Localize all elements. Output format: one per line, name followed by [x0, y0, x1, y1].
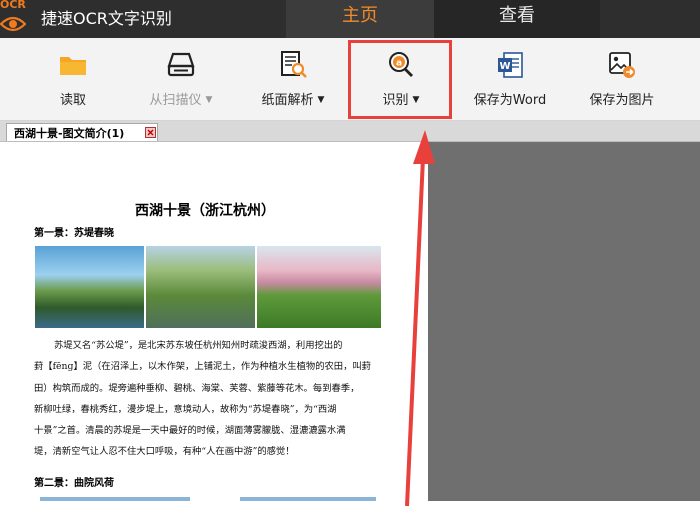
word-icon: W	[498, 52, 523, 78]
dropdown-arrow-icon: ▼	[317, 95, 325, 105]
scan-label: 从扫描仪 ▼	[135, 89, 227, 108]
document-tab-bar: 西湖十景-图文简介(1)	[0, 121, 700, 142]
document-paragraph: 苏堤又名“苏公堤”，是北宋苏东坡任杭州知州时疏浚西湖，利用挖出的 葑【fēng】…	[34, 335, 382, 463]
logo-text: OCR	[0, 0, 26, 11]
red-arrow-icon	[405, 130, 435, 507]
image-icon	[609, 52, 635, 78]
paragraph-line: 葑【fēng】泥（在沼泽上，以木作架，上铺泥土，作为种植水生植物的农田，叫葑	[34, 361, 371, 373]
folder-icon	[60, 57, 86, 75]
paragraph-line: 十景”之首。清晨的苏堤是一天中最好的时候，湖面薄雾朦胧、湿漉漉露水满	[34, 425, 346, 437]
tab-view[interactable]: 查看	[434, 0, 600, 38]
read-label: 读取	[59, 93, 86, 108]
app-title: 捷速OCR文字识别	[41, 9, 172, 28]
save-image-label: 保存为图片	[589, 93, 655, 108]
photo-strip	[240, 497, 376, 501]
save-image-button[interactable]: 保存为图片	[578, 38, 666, 120]
parse-button[interactable]: 纸面解析 ▼	[250, 38, 336, 120]
document-tab-label: 西湖十景-图文简介(1)	[14, 127, 125, 140]
section-heading-2: 第二景：曲院风荷	[34, 478, 114, 489]
lake-photo-3	[257, 246, 381, 328]
paragraph-line: 苏堤又名“苏公堤”，是北宋苏东坡任杭州知州时疏浚西湖，利用挖出的	[54, 340, 343, 351]
scan-button[interactable]: 从扫描仪 ▼	[135, 38, 227, 120]
paragraph-line: 堤，清新空气让人忍不住大口呼吸，有种“人在画中游”的感觉！	[34, 446, 295, 458]
lake-photo-1	[35, 246, 144, 328]
svg-text:W: W	[499, 61, 510, 72]
app-logo: OCR	[0, 0, 28, 38]
workspace-area	[428, 142, 700, 501]
recognize-highlight-box	[348, 40, 452, 119]
dropdown-arrow-icon: ▼	[205, 95, 213, 105]
paragraph-line: 田）构筑而成的。堤旁遍种垂柳、碧桃、海棠、芙蓉、紫藤等花木。每到春季，	[34, 382, 360, 394]
eye-icon	[0, 16, 26, 32]
section-heading-1: 第一景：苏堤春晓	[34, 228, 114, 239]
document-title: 西湖十景（浙江杭州）	[135, 203, 275, 219]
tab-home[interactable]: 主页	[286, 0, 434, 38]
scanner-icon	[167, 52, 195, 77]
photo-strip	[40, 497, 190, 501]
document-page: 西湖十景（浙江杭州） 第一景：苏堤春晓 苏堤又名“苏公堤”，是北宋苏东坡任杭州知…	[0, 142, 428, 501]
paragraph-line: 新柳吐绿，春桃秀红，漫步堤上，意境动人，故称为“苏堤春晓”，为“西湖	[34, 403, 337, 415]
document-tab[interactable]: 西湖十景-图文简介(1)	[6, 123, 158, 141]
close-icon[interactable]	[145, 127, 156, 138]
title-bar: OCR 捷速OCR文字识别 主页 查看	[0, 0, 700, 38]
save-word-button[interactable]: W 保存为Word	[462, 38, 558, 120]
save-word-label: 保存为Word	[473, 93, 547, 108]
read-button[interactable]: 读取	[38, 38, 108, 120]
parse-label: 纸面解析 ▼	[250, 89, 336, 108]
scan-label-text: 从扫描仪	[149, 93, 202, 108]
document-magnify-icon	[281, 51, 307, 78]
lake-photo-2	[146, 246, 255, 328]
parse-label-text: 纸面解析	[261, 93, 314, 108]
